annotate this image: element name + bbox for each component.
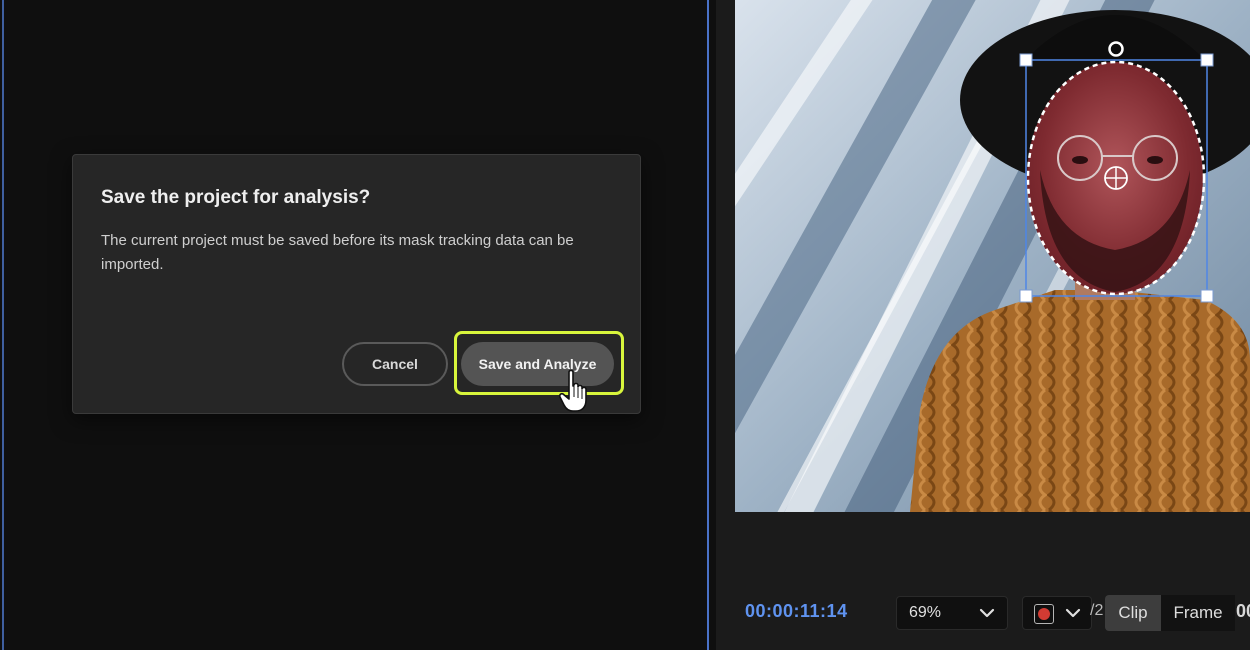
save-project-dialog: Save the project for analysis? The curre…: [72, 154, 641, 414]
save-and-analyze-button[interactable]: Save and Analyze: [461, 342, 614, 386]
record-settings-dropdown[interactable]: [1022, 596, 1092, 630]
app-window: Save the project for analysis? The curre…: [0, 0, 1250, 650]
playhead-timecode[interactable]: 00:00:11:14: [745, 601, 848, 622]
panel-divider[interactable]: [707, 0, 709, 650]
dialog-title: Save the project for analysis?: [101, 187, 371, 208]
resolution-fraction[interactable]: /2: [1090, 602, 1106, 620]
chevron-down-icon: [979, 608, 995, 618]
zoom-level-value: 69%: [909, 604, 942, 621]
record-icon: [1034, 604, 1054, 624]
cancel-button[interactable]: Cancel: [342, 342, 448, 386]
hand-cursor-icon: [558, 369, 587, 412]
zoom-level-dropdown[interactable]: 69%: [896, 596, 1008, 630]
video-preview[interactable]: [735, 0, 1250, 512]
frame-mode-button[interactable]: Frame: [1161, 595, 1235, 631]
dialog-message: The current project must be saved before…: [101, 232, 574, 273]
panel-edge: [2, 0, 4, 650]
duration-timecode: 00: [1236, 601, 1250, 621]
clip-mode-button[interactable]: Clip: [1105, 595, 1161, 631]
chevron-down-icon: [1065, 608, 1081, 618]
